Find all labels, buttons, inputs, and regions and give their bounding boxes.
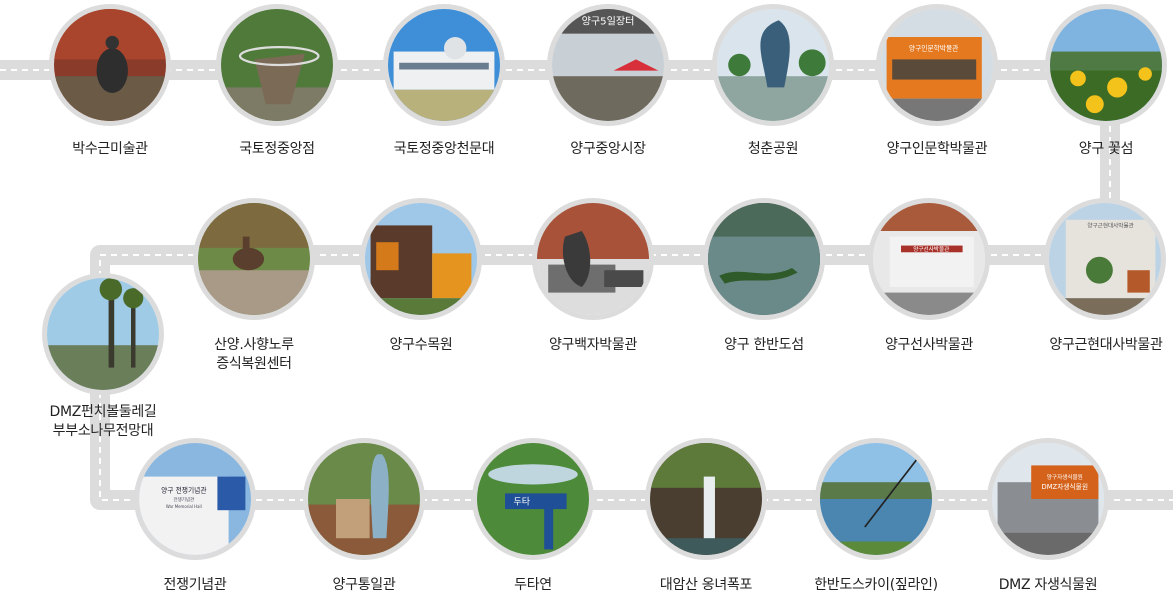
label-dmz-botanic-garden: DMZ 자생식물원 — [998, 577, 1098, 593]
photo-prehistory-museum[interactable]: 양구선사박물관 — [868, 198, 990, 320]
photo-humanities-museum[interactable]: 양구인문학박물관 — [876, 4, 998, 126]
label-youth-park: 청춘공원 — [747, 141, 799, 157]
label-hanbando-sky: 한반도스카이(짚라인) — [814, 577, 938, 593]
photo-hanbando-sky[interactable] — [815, 438, 937, 560]
photo-hanbando-island[interactable] — [703, 198, 825, 320]
label-punchbowl-trail-line2: 부부소나무전망대 — [52, 423, 154, 439]
modern-sign: 양구근현대사박물관 — [1087, 222, 1133, 230]
label-central-market: 양구중앙시장 — [570, 141, 646, 157]
prehistory-sign: 양구선사박물관 — [913, 245, 949, 253]
label-punchbowl-trail: DMZ펀치볼둘레길 부부소나무전망대 — [18, 403, 188, 441]
photo-central-market[interactable]: 양구5일장터 — [547, 4, 669, 126]
photo-punchbowl-trail[interactable] — [42, 273, 164, 395]
war-sign-3: War Memorial Hall — [166, 504, 202, 509]
war-sign-2: 전쟁기념관 — [174, 496, 195, 503]
photo-national-center-point[interactable] — [216, 4, 338, 126]
label-national-center-point: 국토정중앙점 — [239, 141, 315, 157]
dutayeon-sign: 두타 — [514, 497, 530, 508]
photo-white-porcelain-museum[interactable] — [532, 198, 654, 320]
wildflower-sign-2: DMZ자생식물원 — [1042, 482, 1088, 491]
war-sign-1: 양구 전쟁기념관 — [161, 485, 206, 494]
label-park-soo-keun-museum: 박수근미술관 — [72, 141, 148, 157]
label-observatory: 국토정중앙천문대 — [393, 141, 495, 157]
photo-youth-park[interactable] — [712, 4, 834, 126]
label-goral-center-line1: 산양.사향노루 — [214, 337, 294, 353]
market-sign: 양구5일장터 — [582, 16, 635, 28]
photo-ongnyeo-waterfall[interactable] — [645, 438, 767, 560]
photo-war-memorial[interactable]: 양구 전쟁기념관전쟁기념관 War Memorial Hall — [134, 438, 256, 560]
label-war-memorial: 전쟁기념관 — [163, 577, 227, 593]
photo-modern-history-museum[interactable]: 양구근현대사박물관 — [1044, 198, 1166, 320]
photo-goral-center[interactable] — [193, 198, 315, 320]
label-ongnyeo-waterfall: 대암산 옹녀폭포 — [659, 577, 753, 593]
photo-dutayeon[interactable]: 두타 — [472, 438, 594, 560]
label-modern-history-museum: 양구근현대사박물관 — [1049, 337, 1163, 353]
label-humanities-museum: 양구인문학박물관 — [886, 141, 988, 157]
photo-flower-island[interactable] — [1045, 4, 1167, 126]
wildflower-sign-1: 양구자생식물원 — [1047, 473, 1083, 481]
photo-arboretum[interactable] — [360, 198, 482, 320]
label-goral-center-line2: 증식복원센터 — [216, 356, 292, 372]
label-flower-island: 양구 꽃섬 — [1078, 141, 1134, 157]
label-unification-hall: 양구통일관 — [332, 577, 396, 593]
label-arboretum: 양구수목원 — [389, 337, 453, 353]
label-goral-center: 산양.사향노루 증식복원센터 — [169, 336, 339, 374]
humanities-sign: 양구인문학박물관 — [909, 43, 958, 52]
label-dutayeon: 두타연 — [514, 577, 552, 593]
label-white-porcelain-museum: 양구백자박물관 — [548, 337, 638, 353]
label-punchbowl-trail-line1: DMZ펀치볼둘레길 — [49, 404, 157, 420]
photo-park-soo-keun-museum[interactable] — [49, 4, 171, 126]
photo-dmz-botanic-garden[interactable]: 양구자생식물원 DMZ자생식물원 — [987, 438, 1109, 560]
label-prehistory-museum: 양구선사박물관 — [884, 337, 974, 353]
photo-unification-hall[interactable] — [303, 438, 425, 560]
photo-observatory[interactable] — [383, 4, 505, 126]
label-hanbando-island: 양구 한반도섬 — [724, 337, 804, 353]
